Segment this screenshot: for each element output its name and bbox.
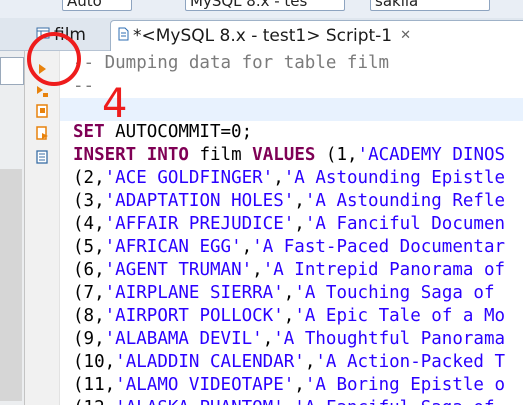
code-line: INSERT INTO film VALUES (1,'ACADEMY DINO… — [73, 144, 505, 167]
row-id: 8 — [83, 306, 95, 326]
string-literal: 'AFRICAN EGG' — [104, 237, 242, 257]
close-icon[interactable]: ✕ — [400, 21, 411, 51]
string-literal: 'A Thoughtful Panorama — [273, 329, 506, 349]
tab-script-1[interactable]: *<MySQL 8.x - test1> Script-1 ✕ — [110, 20, 523, 51]
editor-toolbar-gutter — [25, 51, 60, 405]
string-literal: 'ADAPTATION HOLES' — [104, 191, 295, 211]
row-id: 12 — [84, 398, 105, 405]
sql-script-icon — [117, 21, 129, 51]
code-line: (8,'AIRPORT POLLOCK','A Epic Tale of a M… — [73, 306, 506, 326]
string-literal: 'AGENT TRUMAN' — [104, 260, 253, 280]
string-literal: 'A Action-Packed T — [315, 352, 506, 372]
code-line: (2,'ACE GOLDFINGER','A Astounding Epistl… — [73, 168, 506, 188]
row-id: 10 — [83, 352, 105, 372]
string-literal: 'A Touching Saga of — [294, 283, 495, 303]
load-script-icon[interactable] — [35, 149, 49, 164]
code-line: (7,'AIRPLANE SIERRA','A Touching Saga of — [73, 283, 495, 303]
string-literal: 'ALAMO VIDEOTAPE' — [115, 375, 295, 395]
current-line — [60, 98, 523, 121]
highlight-circle — [27, 32, 81, 86]
sql-keyword: INTO — [146, 145, 189, 165]
string-literal: 'ALASKA PHANTOM' — [115, 398, 284, 405]
string-literal: 'A Fast-Paced Documentar — [252, 237, 506, 257]
execute-new-tab-icon[interactable] — [35, 103, 49, 118]
row-id: 6 — [83, 260, 95, 280]
sql-keyword: INSERT — [73, 145, 137, 165]
row-id: 3 — [83, 191, 95, 211]
row-id: 11 — [83, 375, 105, 395]
top-toolbar: Auto MySQL 8.x - tes sakila — [0, 0, 523, 19]
editor-tab-bar: film *<MySQL 8.x - test1> Script-1 ✕ — [0, 18, 523, 51]
string-literal: 'A Epic Tale of a Mo — [294, 306, 506, 326]
string-literal: 'A Fanciful Saga of — [294, 398, 494, 405]
string-literal: 'A Fanciful Documen — [304, 214, 506, 234]
code-line: -- — [73, 76, 95, 96]
string-literal: 'ALABAMA DEVIL' — [104, 329, 263, 349]
code-line: SET AUTOCOMMIT=0; — [73, 121, 252, 144]
code-line: (5,'AFRICAN EGG','A Fast-Paced Documenta… — [73, 237, 506, 257]
code-line: (11,'ALAMO VIDEOTAPE','A Boring Epistle … — [73, 375, 506, 395]
code-line: (9,'ALABAMA DEVIL','A Thoughtful Panoram… — [73, 329, 506, 349]
active-schema-combo[interactable]: sakila — [370, 0, 490, 11]
string-literal: 'A Boring Epistle o — [304, 375, 506, 395]
row-id: 7 — [83, 283, 95, 303]
code-text: (1, — [315, 145, 358, 165]
left-panel — [0, 51, 25, 405]
string-literal: 'A Astounding Refle — [304, 191, 506, 211]
string-literal: 'AIRPLANE SIERRA' — [104, 283, 284, 303]
string-literal: 'AIRPORT POLLOCK' — [104, 306, 284, 326]
code-line: (12,'ALASKA PHANTOM','A Fanciful Saga of — [73, 397, 494, 405]
commit-mode-combo[interactable]: Auto — [62, 0, 132, 11]
row-id: 5 — [83, 237, 95, 257]
annotation-number: 4 — [102, 81, 128, 127]
row-id: 9 — [83, 329, 95, 349]
string-literal: 'A Intrepid Panorama of — [262, 260, 506, 280]
sql-editor[interactable]: -- Dumping data for table film -- SET AU… — [60, 51, 523, 405]
code-text: film — [199, 145, 242, 165]
sql-keyword: SET — [73, 122, 105, 142]
code-line: (3,'ADAPTATION HOLES','A Astounding Refl… — [73, 191, 506, 211]
code-line: -- Dumping data for table film — [73, 53, 390, 73]
active-datasource-combo[interactable]: MySQL 8.x - tes — [185, 0, 345, 11]
code-line: (10,'ALADDIN CALENDAR','A Action-Packed … — [73, 352, 506, 372]
row-id: 4 — [83, 214, 95, 234]
string-literal: 'AFFAIR PREJUDICE' — [104, 214, 295, 234]
left-panel-field[interactable] — [0, 57, 24, 85]
sql-keyword: VALUES — [252, 145, 316, 165]
row-id: 2 — [83, 168, 95, 188]
string-literal: 'A Astounding Epistle — [283, 168, 506, 188]
string-literal: 'ACE GOLDFINGER' — [104, 168, 274, 188]
code-line: (6,'AGENT TRUMAN','A Intrepid Panorama o… — [73, 260, 506, 280]
tab-label: *<MySQL 8.x - test1> Script-1 — [133, 26, 393, 46]
explain-plan-icon[interactable] — [35, 125, 49, 140]
string-literal: 'ALADDIN CALENDAR' — [115, 352, 305, 372]
left-panel-scrollbar[interactable] — [0, 169, 22, 401]
string-literal: 'ACADEMY DINOS — [357, 145, 506, 165]
code-line: (4,'AFFAIR PREJUDICE','A Fanciful Docume… — [73, 214, 506, 234]
